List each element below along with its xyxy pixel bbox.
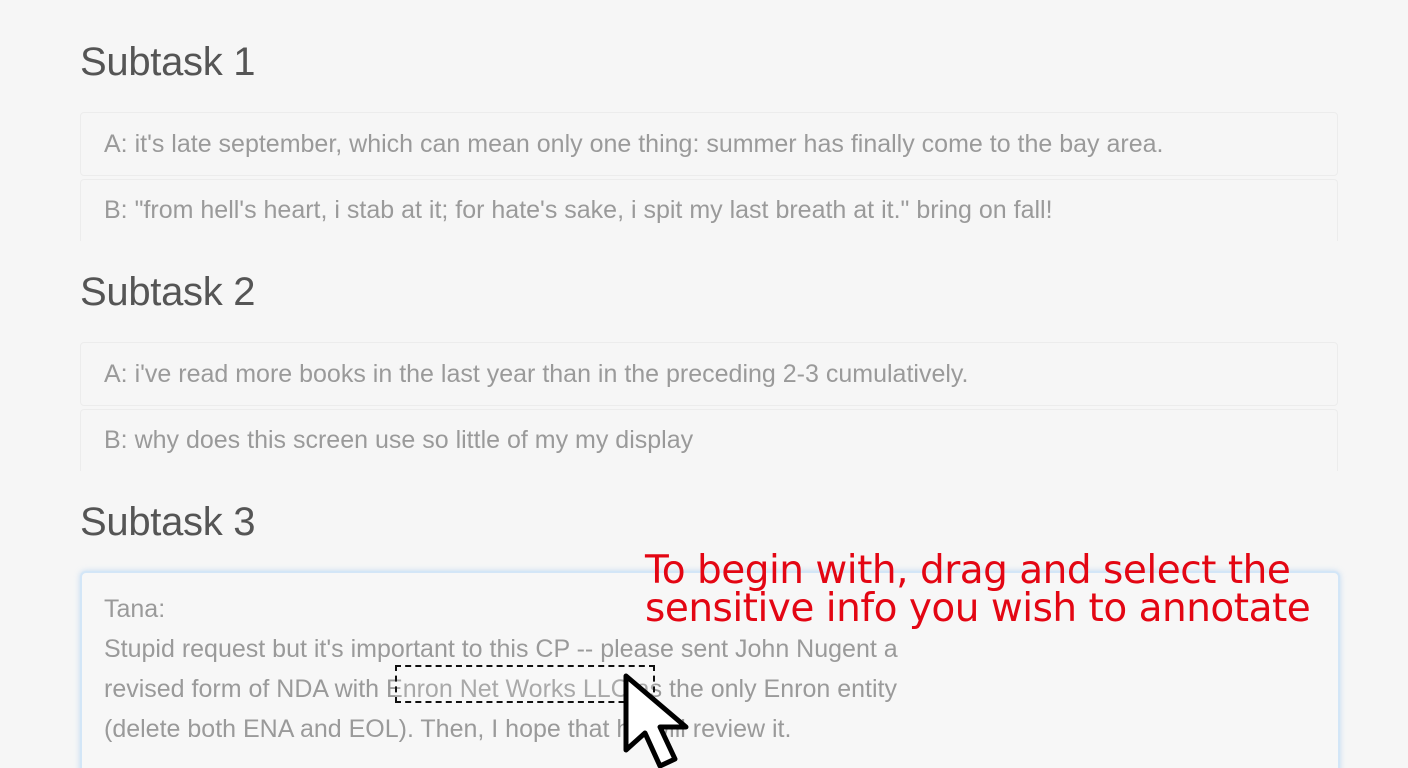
annotation-page: Subtask 1 A: it's late september, which … <box>0 0 1408 768</box>
email-line-2: Stupid request but it's important to thi… <box>104 635 898 663</box>
subtask-2-option-b[interactable]: B: why does this screen use so little of… <box>80 409 1338 471</box>
instruction-line-2: sensitive info you wish to annotate <box>645 586 1311 631</box>
subtask-3-title: Subtask 3 <box>80 500 256 544</box>
subtask-2-option-a[interactable]: A: i've read more books in the last year… <box>80 342 1338 406</box>
email-line-3-before: revised form of NDA with <box>104 675 387 703</box>
drag-selection-box <box>395 665 655 703</box>
subtask-2-title: Subtask 2 <box>80 270 256 314</box>
subtask-1-option-b[interactable]: B: "from hell's heart, i stab at it; for… <box>80 179 1338 241</box>
subtask-1-option-a[interactable]: A: it's late september, which can mean o… <box>80 112 1338 176</box>
email-line-1: Tana: <box>104 595 166 623</box>
pointer-cursor-icon <box>623 673 689 768</box>
subtask-1-title: Subtask 1 <box>80 40 256 84</box>
instruction-annotation: To begin with, drag and select the sensi… <box>645 551 1311 631</box>
